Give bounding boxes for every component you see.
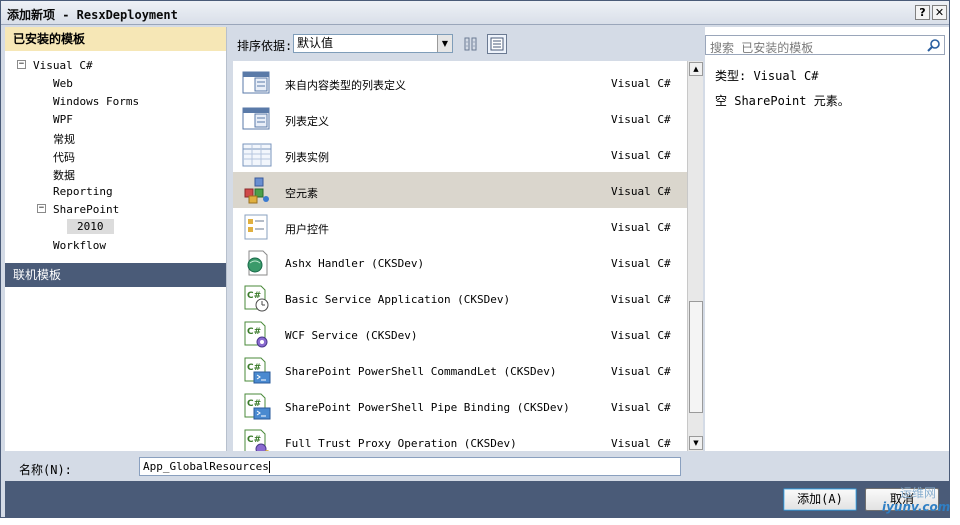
csharp-wcf-icon: C# — [244, 321, 268, 348]
template-name: 来自内容类型的列表定义 — [285, 79, 406, 92]
tree-item-visual-csharp[interactable]: Visual C# — [33, 59, 93, 72]
csharp-powershell-icon: C# — [244, 357, 271, 384]
template-row[interactable]: 空元素 Visual C# — [233, 172, 687, 208]
template-language: Visual C# — [611, 149, 671, 162]
scroll-thumb[interactable] — [689, 301, 703, 413]
template-row[interactable]: C# Basic Service Application (CKSDev) Visu… — [233, 280, 687, 316]
collapse-visual-csharp-toggle[interactable]: − — [17, 60, 26, 69]
template-row[interactable]: 列表定义 Visual C# — [233, 100, 687, 136]
csharp-service-icon: C# — [244, 285, 269, 312]
empty-element-icon — [244, 177, 269, 204]
template-language: Visual C# — [611, 401, 671, 414]
tree-item-windows-forms[interactable]: Windows Forms — [53, 95, 139, 108]
template-row[interactable]: Ashx Handler (CKSDev) Visual C# — [233, 244, 687, 280]
csharp-proxy-icon: C# — [244, 429, 270, 451]
tree-item-wpf[interactable]: WPF — [53, 113, 73, 126]
name-bar: 名称(N): App_GlobalResources — [5, 453, 949, 481]
name-label: 名称(N): — [19, 463, 72, 477]
chevron-down-icon[interactable]: ▼ — [437, 35, 452, 52]
sort-by-label: 排序依据: — [237, 39, 293, 53]
template-language: Visual C# — [611, 257, 671, 270]
template-language: Visual C# — [611, 437, 671, 450]
template-row[interactable]: C# SharePoint PowerShell CommandLet (CKSD… — [233, 352, 687, 388]
template-name: Basic Service Application (CKSDev) — [285, 293, 511, 306]
list-definition-icon — [242, 71, 270, 94]
scroll-up-button[interactable]: ▲ — [689, 62, 703, 76]
template-details: 类型: Visual C# 空 SharePoint 元素。 — [715, 67, 850, 117]
template-language: Visual C# — [611, 77, 671, 90]
window-title: 添加新项 - ResxDeployment — [7, 8, 178, 22]
template-type: 类型: Visual C# — [715, 69, 819, 83]
sort-by-value: 默认值 — [297, 36, 334, 50]
tree-item-reporting[interactable]: Reporting — [53, 185, 113, 198]
template-name: 空元素 — [285, 187, 318, 200]
template-language: Visual C# — [611, 221, 671, 234]
scroll-down-button[interactable]: ▼ — [689, 436, 703, 450]
dialog-footer: 添加(A) 取消 — [5, 481, 949, 517]
template-list-scrollbar[interactable]: ▲ ▼ — [687, 61, 703, 451]
ashx-handler-icon — [247, 250, 268, 276]
add-button[interactable]: 添加(A) — [783, 488, 857, 511]
small-icons-view-icon — [464, 37, 477, 51]
template-language: Visual C# — [611, 365, 671, 378]
tree-item-data[interactable]: 数据 — [53, 167, 75, 183]
tree-item-web[interactable]: Web — [53, 77, 73, 90]
list-view-icon — [490, 37, 504, 51]
template-language: Visual C# — [611, 293, 671, 306]
small-icons-view-button[interactable] — [461, 34, 481, 54]
template-row[interactable]: C# SharePoint PowerShell Pipe Binding (CK… — [233, 388, 687, 424]
template-description: 空 SharePoint 元素。 — [715, 94, 850, 108]
watermark-line1: 运维网 — [900, 486, 937, 500]
online-templates-header[interactable]: 联机模板 — [5, 263, 226, 287]
template-name: 用户控件 — [285, 223, 329, 236]
template-list: 来自内容类型的列表定义 Visual C# 列表定义 Visual C# 列表实例 Vis… — [233, 61, 687, 451]
template-name: WCF Service (CKSDev) — [285, 329, 418, 342]
template-row[interactable]: 列表实例 Visual C# — [233, 136, 687, 172]
template-language: Visual C# — [611, 113, 671, 126]
template-row[interactable]: 来自内容类型的列表定义 Visual C# — [233, 64, 687, 100]
details-panel: 搜索 已安装的模板 类型: Visual C# 空 SharePoint 元素。 — [705, 27, 949, 451]
tree-item-general[interactable]: 常规 — [53, 131, 75, 147]
search-placeholder: 搜索 已安装的模板 — [710, 41, 814, 55]
collapse-sharepoint-toggle[interactable]: − — [37, 204, 46, 213]
search-installed-templates-box[interactable]: 搜索 已安装的模板 — [705, 35, 945, 55]
template-row[interactable]: C# Full Trust Proxy Operation (CKSDev) Vis… — [233, 424, 687, 451]
tree-item-sharepoint[interactable]: SharePoint — [53, 203, 119, 216]
svg-text:C#: C# — [247, 435, 261, 445]
title-bar: 添加新项 - ResxDeployment ? ✕ — [1, 1, 949, 25]
tree-item-code[interactable]: 代码 — [53, 149, 75, 165]
search-icon[interactable] — [926, 37, 942, 53]
name-input[interactable]: App_GlobalResources — [139, 457, 681, 476]
template-category-panel: 已安装的模板 − Visual C# Web Windows Forms WPF… — [5, 27, 227, 451]
close-button[interactable]: ✕ — [932, 5, 947, 20]
template-name: Full Trust Proxy Operation (CKSDev) — [285, 437, 517, 450]
list-view-button[interactable] — [487, 34, 507, 54]
csharp-powershell-icon: C# — [244, 393, 271, 420]
template-language: Visual C# — [611, 329, 671, 342]
installed-templates-header[interactable]: 已安装的模板 — [5, 27, 226, 51]
watermark-line2: iyunv.com — [882, 500, 951, 514]
tree-item-sharepoint-2010[interactable]: 2010 — [67, 219, 114, 234]
sort-by-dropdown[interactable]: 默认值 ▼ — [293, 34, 453, 53]
tree-item-workflow[interactable]: Workflow — [53, 239, 106, 252]
template-row[interactable]: 用户控件 Visual C# — [233, 208, 687, 244]
template-name: Ashx Handler (CKSDev) — [285, 257, 425, 270]
user-control-icon — [244, 214, 268, 240]
template-name: 列表实例 — [285, 151, 329, 164]
template-language: Visual C# — [611, 185, 671, 198]
list-definition-icon — [242, 107, 270, 130]
template-name: SharePoint PowerShell Pipe Binding (CKSD… — [285, 401, 570, 414]
template-name: 列表定义 — [285, 115, 329, 128]
name-input-value: App_GlobalResources — [143, 460, 269, 473]
site-watermark: 运维网 iyunv.com — [872, 484, 952, 520]
text-caret — [268, 461, 270, 473]
template-name: SharePoint PowerShell CommandLet (CKSDev… — [285, 365, 557, 378]
category-tree: − Visual C# Web Windows Forms WPF 常规 代码 … — [5, 51, 226, 263]
sort-toolbar: 排序依据: 默认值 ▼ — [229, 27, 699, 59]
template-row[interactable]: C# WCF Service (CKSDev) Visual C# — [233, 316, 687, 352]
list-instance-icon — [242, 143, 272, 167]
help-button[interactable]: ? — [915, 5, 930, 20]
add-new-item-dialog: 添加新项 - ResxDeployment ? ✕ 已安装的模板 − Visua… — [0, 0, 950, 518]
svg-text:C#: C# — [247, 327, 261, 337]
